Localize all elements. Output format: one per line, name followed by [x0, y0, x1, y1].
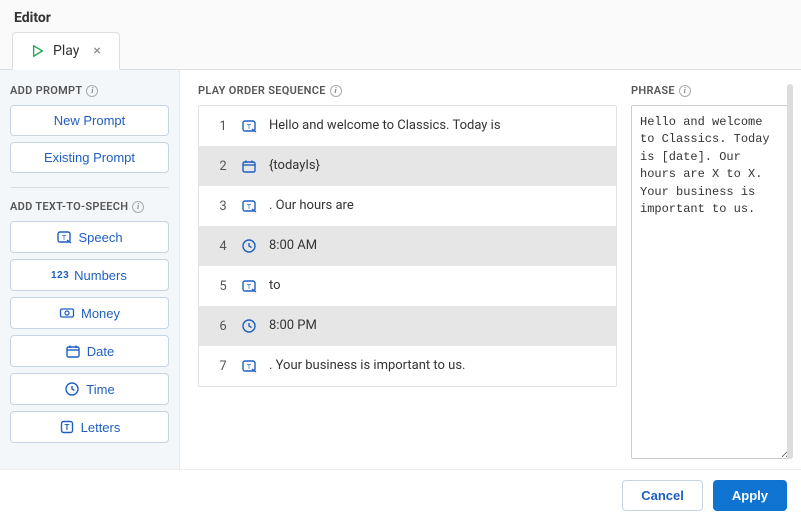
info-icon[interactable]: i [86, 85, 98, 97]
sequence-row[interactable]: 3 . Our hours are [199, 186, 616, 226]
money-label: Money [81, 306, 120, 321]
cancel-button[interactable]: Cancel [622, 480, 703, 511]
main: PLAY ORDER SEQUENCE i 1 Hello and welcome… [180, 70, 801, 469]
time-icon [241, 318, 257, 334]
speech-icon [241, 278, 257, 294]
sequence-text: 8:00 PM [269, 318, 598, 335]
letters-label: Letters [81, 420, 121, 435]
sequence-index: 5 [217, 279, 229, 294]
scrollbar[interactable] [787, 84, 793, 459]
time-button[interactable]: Time [10, 373, 169, 405]
content: ADD PROMPT i New Prompt Existing Prompt … [0, 70, 801, 470]
sequence-index: 3 [217, 199, 229, 214]
page-title: Editor [14, 10, 51, 26]
sequence-text: {todayIs} [269, 158, 598, 175]
sequence-row[interactable]: 6 8:00 PM [199, 306, 616, 346]
sequence-row[interactable]: 7 . Your business is important to us. [199, 346, 616, 386]
speech-label: Speech [78, 230, 122, 245]
footer: Cancel Apply [0, 470, 801, 521]
sequence-list: 1 Hello and welcome to Classics. Today is… [198, 105, 617, 387]
date-icon [65, 343, 81, 359]
sequence-title-text: PLAY ORDER SEQUENCE [198, 84, 326, 97]
add-tts-label: ADD TEXT-TO-SPEECH i [10, 200, 169, 213]
info-icon[interactable]: i [679, 85, 691, 97]
sequence-row[interactable]: 5 to [199, 266, 616, 306]
money-icon [59, 305, 75, 321]
tab-play[interactable]: Play × [12, 32, 120, 70]
date-label: Date [87, 344, 114, 359]
sequence-row[interactable]: 2 {todayIs} [199, 146, 616, 186]
sequence-text: 8:00 AM [269, 238, 598, 255]
info-icon[interactable]: i [330, 85, 342, 97]
sequence-index: 4 [217, 239, 229, 254]
existing-prompt-label: Existing Prompt [44, 150, 135, 165]
time-icon [64, 381, 80, 397]
sidebar-divider [10, 187, 169, 188]
sequence-text: to [269, 278, 598, 295]
info-icon[interactable]: i [132, 201, 144, 213]
sequence-index: 7 [217, 359, 229, 374]
close-icon[interactable]: × [93, 43, 100, 59]
sequence-title: PLAY ORDER SEQUENCE i [198, 84, 617, 97]
numbers-label: Numbers [74, 268, 127, 283]
apply-button[interactable]: Apply [713, 480, 787, 511]
speech-icon [56, 229, 72, 245]
speech-icon [241, 358, 257, 374]
speech-icon [241, 198, 257, 214]
phrase-textarea[interactable]: Hello and welcome to Classics. Today is … [631, 105, 791, 459]
date-button[interactable]: Date [10, 335, 169, 367]
sequence-row[interactable]: 4 8:00 AM [199, 226, 616, 266]
existing-prompt-button[interactable]: Existing Prompt [10, 142, 169, 173]
time-icon [241, 238, 257, 254]
phrase-title: PHRASE i [631, 84, 791, 97]
tab-label: Play [53, 43, 79, 59]
sequence-index: 6 [217, 319, 229, 334]
time-label: Time [86, 382, 114, 397]
sidebar: ADD PROMPT i New Prompt Existing Prompt … [0, 70, 180, 469]
sequence-text: Hello and welcome to Classics. Today is [269, 118, 598, 135]
sequence-text: . Your business is important to us. [269, 358, 598, 375]
sequence-column: PLAY ORDER SEQUENCE i 1 Hello and welcome… [198, 84, 617, 459]
phrase-title-text: PHRASE [631, 84, 675, 97]
add-prompt-label: ADD PROMPT i [10, 84, 169, 97]
numbers-button[interactable]: 123 Numbers [10, 259, 169, 291]
editor-header: Editor Play × [0, 0, 801, 70]
speech-icon [241, 118, 257, 134]
date-icon [241, 158, 257, 174]
play-icon [31, 44, 45, 58]
sequence-row[interactable]: 1 Hello and welcome to Classics. Today is [199, 106, 616, 146]
sequence-index: 2 [217, 159, 229, 174]
phrase-column: PHRASE i Hello and welcome to Classics. … [631, 84, 791, 459]
add-tts-label-text: ADD TEXT-TO-SPEECH [10, 200, 128, 213]
new-prompt-label: New Prompt [54, 113, 126, 128]
sequence-text: . Our hours are [269, 198, 598, 215]
speech-button[interactable]: Speech [10, 221, 169, 253]
letters-button[interactable]: Letters [10, 411, 169, 443]
sequence-index: 1 [217, 119, 229, 134]
letters-icon [59, 419, 75, 435]
numbers-icon: 123 [52, 267, 68, 283]
new-prompt-button[interactable]: New Prompt [10, 105, 169, 136]
money-button[interactable]: Money [10, 297, 169, 329]
add-prompt-label-text: ADD PROMPT [10, 84, 82, 97]
